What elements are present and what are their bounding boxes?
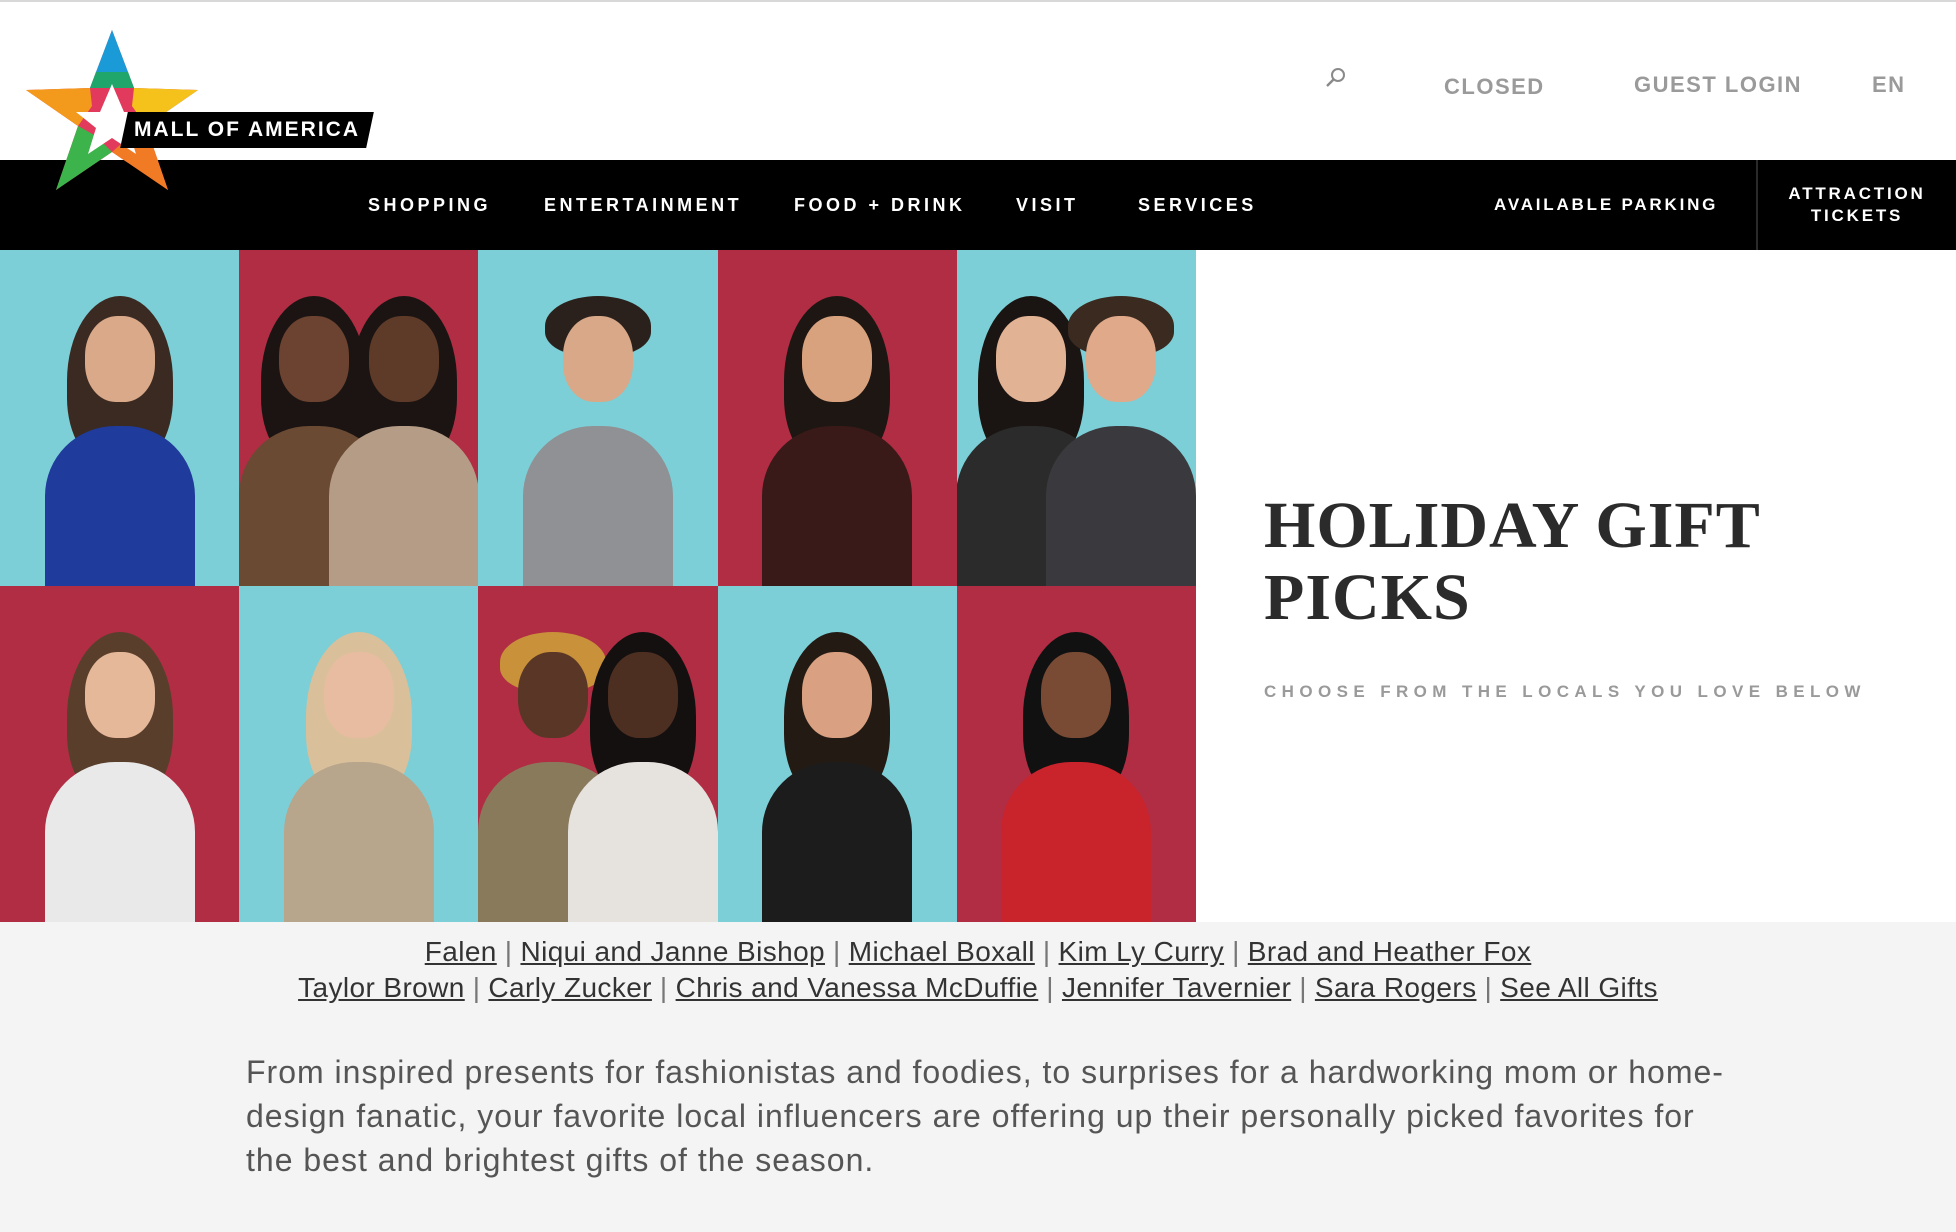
nav-item-services[interactable]: SERVICES: [1138, 160, 1257, 250]
photo-tile: [956, 586, 1196, 922]
attraction-tickets-button[interactable]: ATTRACTION TICKETS: [1756, 160, 1956, 250]
influencer-link-sara-rogers[interactable]: Sara Rogers: [1315, 972, 1477, 1003]
photo-tile: [717, 250, 957, 586]
influencer-link-michael-boxall[interactable]: Michael Boxall: [849, 936, 1035, 967]
mall-status: CLOSED: [1444, 74, 1545, 99]
photo-tile: [478, 250, 718, 586]
logo-wordmark: MALL OF AMERICA: [120, 112, 374, 148]
influencer-link-taylor-brown[interactable]: Taylor Brown: [298, 972, 465, 1003]
nav-item-entertainment[interactable]: ENTERTAINMENT: [544, 160, 742, 250]
photo-tile: [239, 250, 479, 586]
photo-tile: [717, 586, 957, 922]
intro-paragraph: From inspired presents for fashionistas …: [246, 1054, 1724, 1178]
page-subtitle: CHOOSE FROM THE LOCALS YOU LOVE BELOW: [1264, 682, 1866, 701]
photo-tile: [956, 250, 1196, 586]
influencer-links-row-2: Taylor Brown | Carly Zucker | Chris and Vane…: [298, 972, 1658, 1003]
search-button[interactable]: [1324, 64, 1354, 98]
influencer-link-jennifer-tavernier[interactable]: Jennifer Tavernier: [1062, 972, 1291, 1003]
mall-of-america-logo[interactable]: MALL OF AMERICA: [22, 26, 374, 216]
influencer-link-brad-heather-fox[interactable]: Brad and Heather Fox: [1248, 936, 1532, 967]
influencer-link-falen[interactable]: Falen: [425, 936, 497, 967]
influencer-photo-collage: [0, 250, 1196, 922]
search-icon: [1324, 66, 1348, 96]
photo-tile: [0, 586, 240, 922]
nav-item-visit[interactable]: VISIT: [1016, 160, 1079, 250]
photo-tile: [239, 586, 479, 922]
photo-tile: [0, 250, 240, 586]
photo-tile: [478, 586, 718, 922]
guest-login-link[interactable]: GUEST LOGIN: [1634, 68, 1802, 102]
influencer-links: Falen | Niqui and Janne Bishop | Michael Box…: [0, 934, 1956, 1006]
nav-item-shopping[interactable]: SHOPPING: [368, 160, 491, 250]
see-all-gifts-link[interactable]: See All Gifts: [1500, 972, 1658, 1003]
influencer-link-niqui-janne-bishop[interactable]: Niqui and Janne Bishop: [520, 936, 825, 967]
available-parking-link[interactable]: AVAILABLE PARKING: [1494, 160, 1718, 250]
page-title: HOLIDAY GIFT PICKS: [1264, 489, 1760, 634]
language-selector[interactable]: EN: [1872, 68, 1906, 102]
influencer-links-row-1: Falen | Niqui and Janne Bishop | Michael Box…: [424, 936, 1532, 967]
hero-text-panel: HOLIDAY GIFT PICKS CHOOSE FROM THE LOCAL…: [1196, 250, 1956, 922]
nav-item-food-drink[interactable]: FOOD + DRINK: [794, 160, 966, 250]
influencer-link-chris-vanessa-mcduffie[interactable]: Chris and Vanessa McDuffie: [676, 972, 1039, 1003]
influencer-link-kim-ly-curry[interactable]: Kim Ly Curry: [1059, 936, 1225, 967]
influencer-link-carly-zucker[interactable]: Carly Zucker: [488, 972, 652, 1003]
